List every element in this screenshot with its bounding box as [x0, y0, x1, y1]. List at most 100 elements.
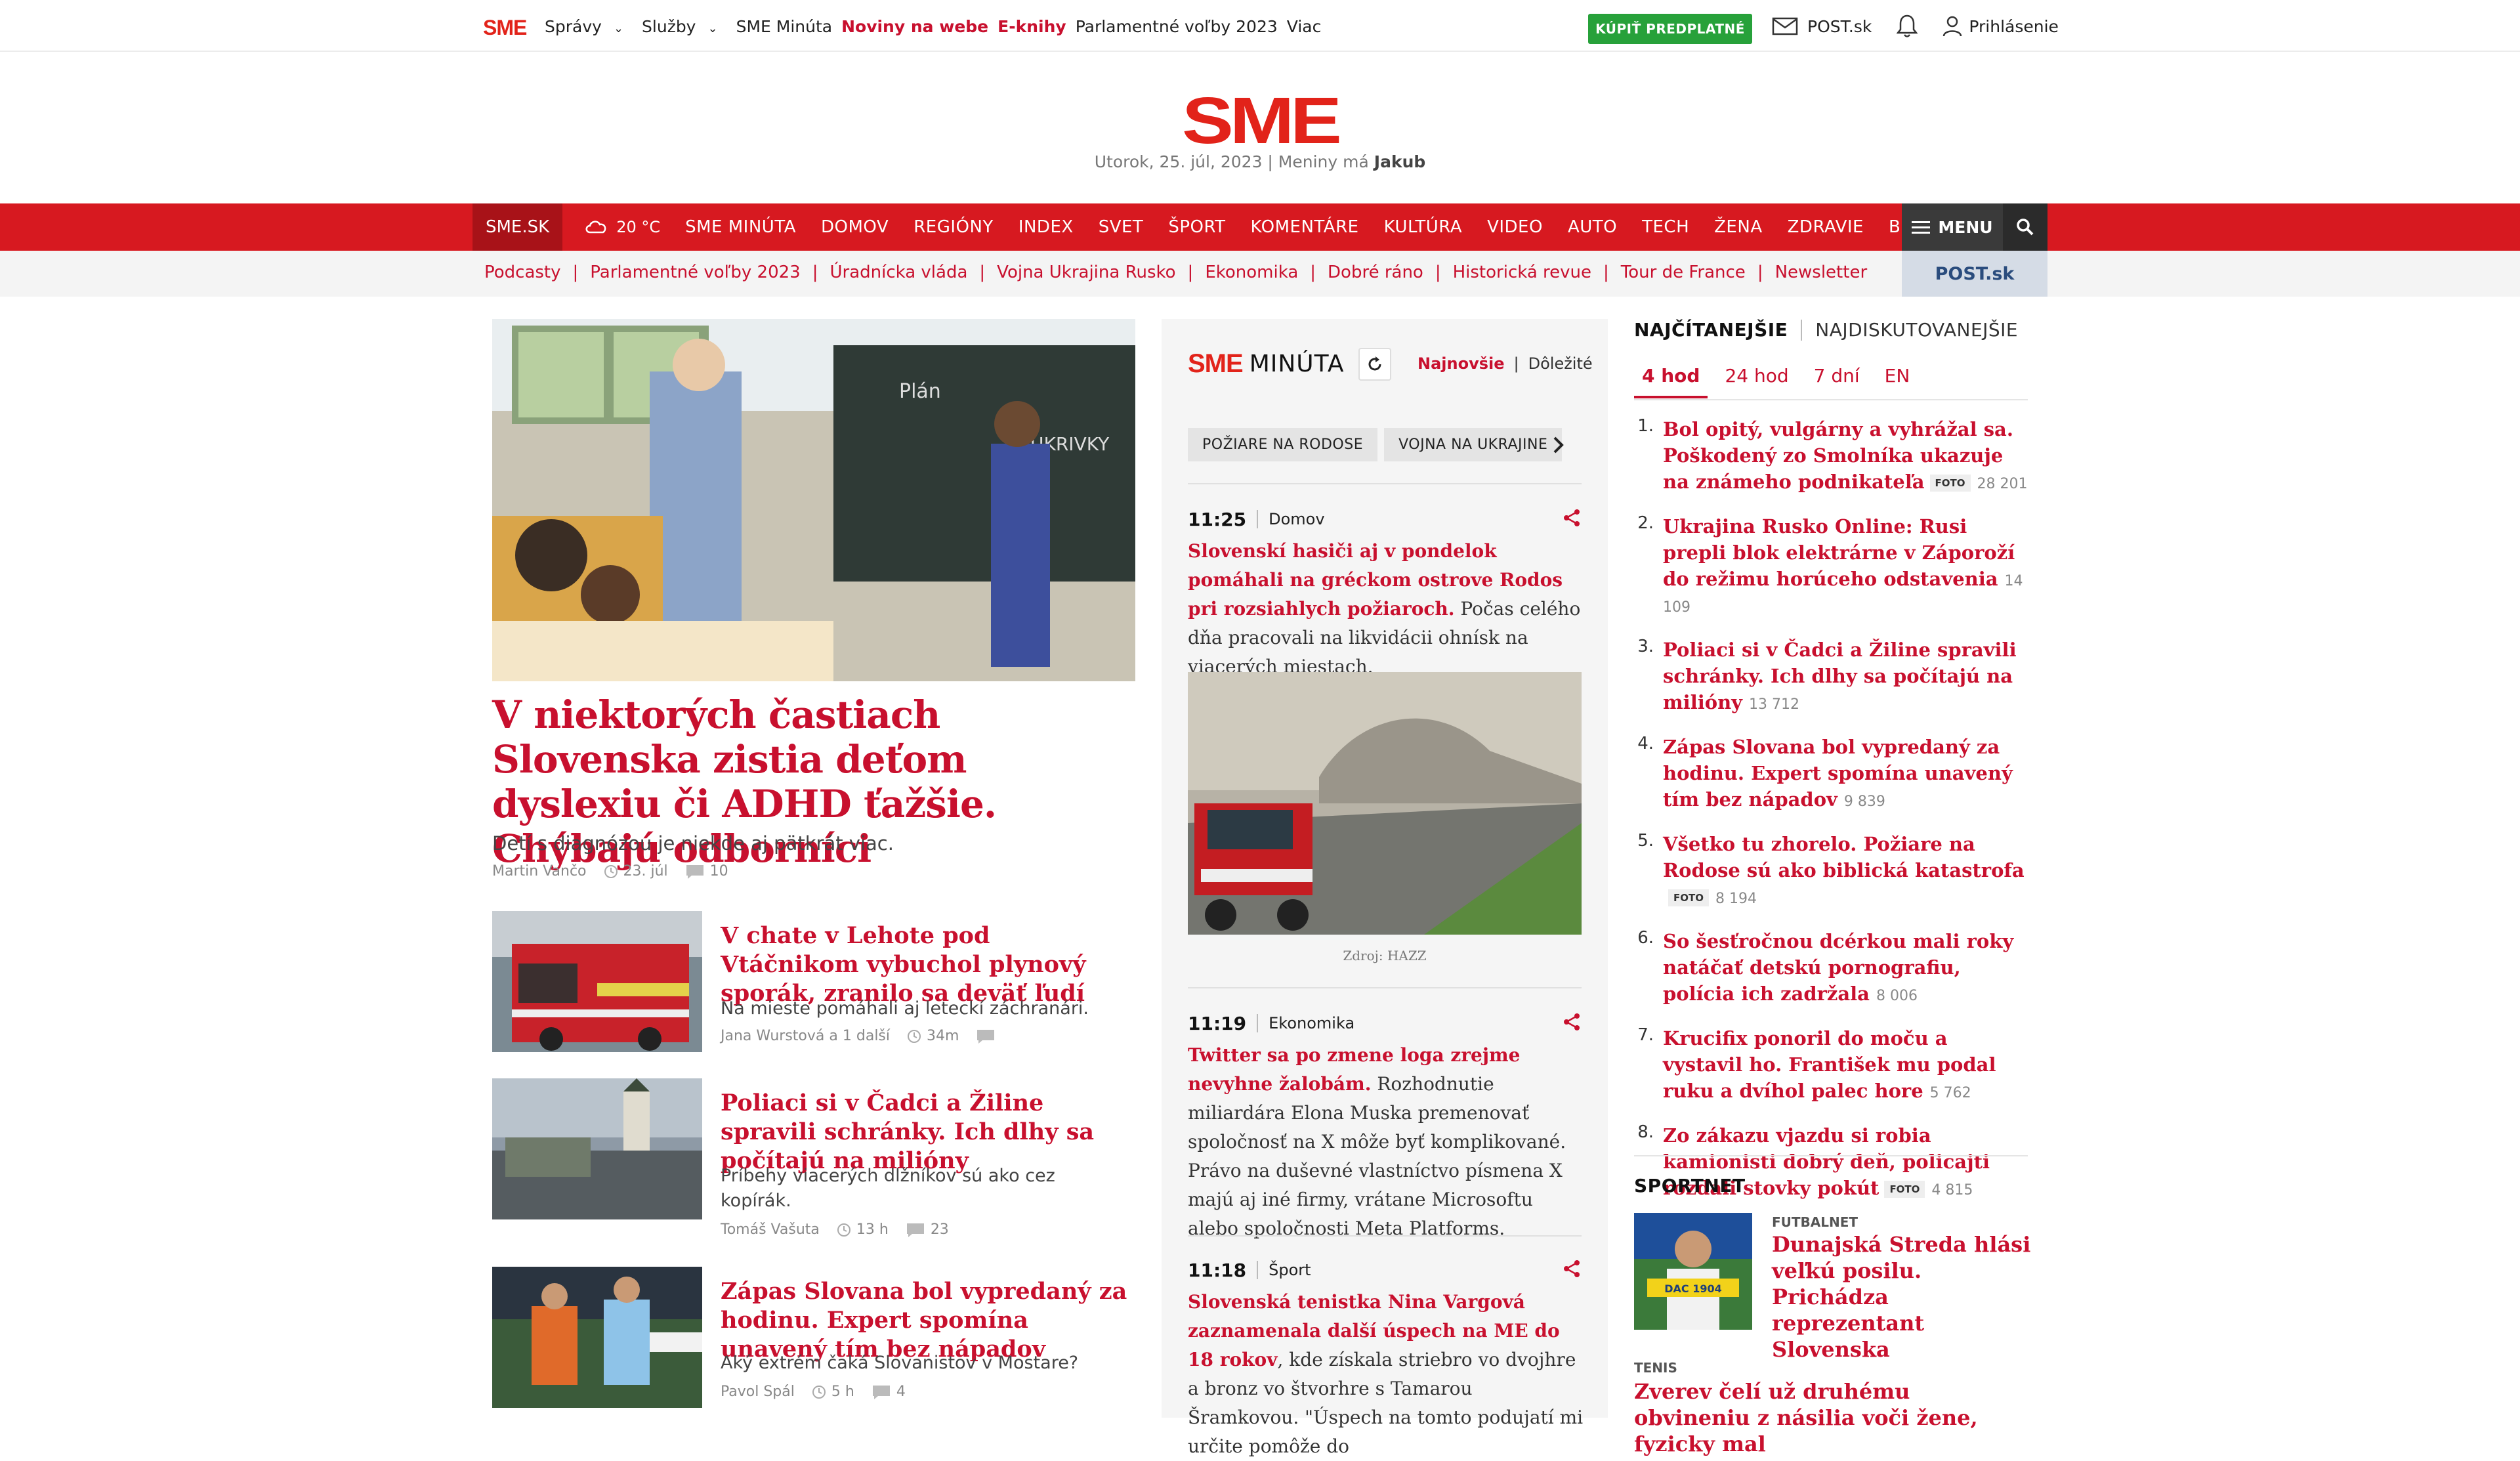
post-sk-link[interactable]: POST.sk — [1902, 251, 2048, 297]
nav-sport[interactable]: ŠPORT — [1168, 217, 1225, 237]
list-item[interactable]: 2. Ukrajina Rusko Online: Rusi prepli bl… — [1634, 513, 2028, 618]
subnav-dobre-rano[interactable]: Dobré ráno — [1328, 263, 1423, 282]
list-item[interactable]: 6. So šesťročnou dcérkou mali roky natáč… — [1634, 928, 2028, 1007]
tab-najcitanejsie[interactable]: NAJČÍTANEJŠIE — [1634, 319, 1788, 341]
share-icon[interactable] — [1562, 1012, 1582, 1034]
comments-group[interactable]: 4 — [872, 1384, 906, 1400]
topnav-noviny[interactable]: Noviny na webe — [841, 17, 988, 36]
subnav-podcasty[interactable]: Podcasty — [484, 263, 561, 282]
author[interactable]: Pavol Spál — [721, 1384, 795, 1400]
clock-icon — [604, 864, 618, 878]
article-thumbnail[interactable] — [492, 1267, 702, 1408]
list-item[interactable]: 3. Poliaci si v Čadci a Žiline spravili … — [1634, 637, 2028, 715]
topnav-volby[interactable]: Parlamentné voľby 2023 — [1076, 17, 1278, 36]
nav-sme-minuta[interactable]: SME MINÚTA — [685, 217, 796, 237]
subnav-historicka-revue[interactable]: Historická revue — [1453, 263, 1591, 282]
nav-home[interactable]: SME.SK — [472, 203, 563, 251]
chip-vojna[interactable]: VOJNA NA UKRAJINE — [1384, 428, 1563, 461]
subnav-uradnicka-vlada[interactable]: Úradnícka vláda — [830, 263, 967, 282]
minuta-item-text[interactable]: Slovenská tenistka Nina Vargová zaznamen… — [1188, 1288, 1588, 1461]
post-link[interactable]: POST.sk — [1772, 17, 1872, 36]
list-item[interactable]: 4. Zápas Slovana bol vypredaný za hodinu… — [1634, 734, 2028, 813]
share-icon[interactable] — [1562, 1259, 1582, 1281]
weather-widget[interactable]: 20 °C — [583, 218, 660, 236]
nav-regiony[interactable]: REGIÓNY — [914, 217, 994, 237]
sport-category[interactable]: TENIS — [1634, 1360, 1677, 1376]
topnav-spravy[interactable]: Správy ⌄ — [545, 17, 633, 36]
tab-dolezite[interactable]: Dôležité — [1528, 354, 1593, 373]
menu-button[interactable]: MENU — [1902, 203, 2003, 251]
nav-zena[interactable]: ŽENA — [1714, 217, 1762, 237]
minuta-item-text[interactable]: Twitter sa po zmene loga zrejme nevyhne … — [1188, 1041, 1588, 1243]
comments-group[interactable]: 10 — [685, 863, 728, 879]
comments-group[interactable] — [976, 1028, 1001, 1044]
tab-24-hod[interactable]: 24 hod — [1717, 365, 1796, 398]
sport-article-title[interactable]: Zverev čelí už druhému obvineniu z násil… — [1634, 1378, 2028, 1457]
tab-4-hod[interactable]: 4 hod — [1634, 365, 1708, 398]
nav-kultura[interactable]: KULTÚRA — [1384, 217, 1463, 237]
author[interactable]: Tomáš Vašuta — [721, 1221, 820, 1238]
article-thumbnail[interactable] — [492, 1078, 702, 1219]
article-card[interactable]: V chate v Lehote pod Vtáčnikom vybuchol … — [492, 911, 1135, 1052]
list-item[interactable]: 7. Krucifix ponoril do moču a vystavil h… — [1634, 1025, 2028, 1104]
subnav-volby[interactable]: Parlamentné voľby 2023 — [590, 263, 800, 282]
item-title[interactable]: Zápas Slovana bol vypredaný za hodinu. E… — [1663, 736, 2013, 811]
item-category[interactable]: Šport — [1269, 1261, 1311, 1279]
article-card[interactable]: Poliaci si v Čadci a Žiline spravili sch… — [492, 1078, 1135, 1238]
nav-svet[interactable]: SVET — [1099, 217, 1144, 237]
item-category[interactable]: Ekonomika — [1269, 1014, 1354, 1032]
topnav-sluzby[interactable]: Služby ⌄ — [642, 17, 727, 36]
item-title[interactable]: Poliaci si v Čadci a Žiline spravili sch… — [1663, 639, 2017, 713]
subnav-tour-de-france[interactable]: Tour de France — [1621, 263, 1746, 282]
comments-group[interactable]: 23 — [906, 1221, 949, 1238]
item-title[interactable]: Všetko tu zhorelo. Požiare na Rodose sú … — [1663, 833, 2025, 881]
tab-najdiskutovanejsie[interactable]: NAJDISKUTOVANEJŠIE — [1815, 319, 2018, 341]
sport-thumbnail[interactable]: DAC 1904 — [1634, 1213, 1752, 1330]
subnav-ekonomika[interactable]: Ekonomika — [1205, 263, 1298, 282]
subnav-vojna[interactable]: Vojna Ukrajina Rusko — [997, 263, 1175, 282]
item-category[interactable]: Domov — [1269, 510, 1324, 528]
sportnet-heading[interactable]: SPORTNET — [1634, 1175, 1746, 1196]
article-card[interactable]: Zápas Slovana bol vypredaný za hodinu. E… — [492, 1267, 1135, 1408]
nav-tech[interactable]: TECH — [1642, 217, 1689, 237]
minuta-header[interactable]: SME MINÚTA — [1188, 349, 1344, 379]
tab-7-dni[interactable]: 7 dní — [1806, 365, 1868, 398]
nav-komentare[interactable]: KOMENTÁRE — [1251, 217, 1359, 237]
item-title[interactable]: So šesťročnou dcérkou mali roky natáčať … — [1663, 930, 2013, 1005]
subnav-newsletter[interactable]: Newsletter — [1775, 263, 1868, 282]
sport-article-title[interactable]: Dunajská Streda hlási veľkú posilu. Pric… — [1772, 1231, 2034, 1363]
nav-domov[interactable]: DOMOV — [821, 217, 889, 237]
nav-zdravie[interactable]: ZDRAVIE — [1788, 217, 1864, 237]
search-button[interactable] — [2003, 203, 2048, 251]
author[interactable]: Martin Vančo — [492, 863, 587, 879]
minuta-item-photo[interactable] — [1188, 672, 1582, 935]
list-item[interactable]: 1. Bol opitý, vulgárny a vyhrážal sa. Po… — [1634, 416, 2028, 495]
topnav-viac[interactable]: Viac — [1287, 17, 1322, 36]
list-item[interactable]: 5. Všetko tu zhorelo. Požiare na Rodose … — [1634, 831, 2028, 910]
share-icon[interactable] — [1562, 508, 1582, 530]
lead-article-image[interactable]: Plán UKRIVKY — [492, 319, 1135, 681]
chips-next-button[interactable] — [1541, 428, 1575, 462]
tab-en[interactable]: EN — [1877, 365, 1918, 398]
author[interactable]: Jana Wurstová — [721, 1028, 824, 1044]
nav-index[interactable]: INDEX — [1018, 217, 1074, 237]
article-thumbnail[interactable] — [492, 911, 702, 1052]
nav-video[interactable]: VIDEO — [1487, 217, 1543, 237]
topnav-sme-minuta[interactable]: SME Minúta — [736, 17, 833, 36]
topnav-eknihy[interactable]: E-knihy — [998, 17, 1066, 36]
login-link[interactable]: Prihlásenie — [1942, 16, 2059, 37]
sport-category[interactable]: FUTBALNET — [1772, 1214, 1858, 1230]
subscribe-button[interactable]: KÚPIŤ PREDPLATNÉ — [1588, 14, 1752, 44]
article-title[interactable]: Poliaci si v Čadci a Žiline spravili sch… — [721, 1089, 1127, 1175]
sme-logo[interactable]: SME — [1175, 83, 1345, 159]
notifications-button[interactable] — [1897, 14, 1918, 39]
sme-logo-small[interactable]: SME — [483, 16, 527, 40]
clock-icon — [812, 1385, 826, 1399]
refresh-button[interactable] — [1358, 348, 1391, 381]
tab-najnovsie[interactable]: Najnovšie — [1418, 354, 1505, 373]
article-title[interactable]: V chate v Lehote pod Vtáčnikom vybuchol … — [721, 921, 1127, 1008]
nav-auto[interactable]: AUTO — [1568, 217, 1617, 237]
item-title[interactable]: Ukrajina Rusko Online: Rusi prepli blok … — [1663, 515, 2015, 590]
minuta-item-text[interactable]: Slovenskí hasiči aj v pondelok pomáhali … — [1188, 537, 1588, 681]
chip-poziare[interactable]: POŽIARE NA RODOSE — [1188, 428, 1378, 461]
